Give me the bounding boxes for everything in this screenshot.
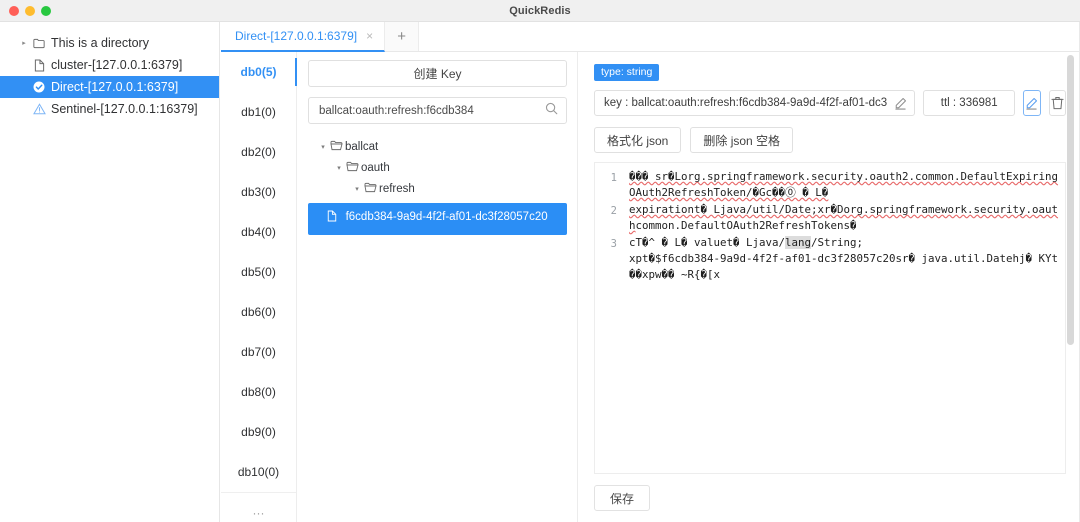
key-detail-pane: type: string key : ballcat:oauth:refresh… — [579, 52, 1080, 522]
key-search-box[interactable] — [308, 97, 567, 124]
db-item-8[interactable]: db8(0) — [221, 372, 296, 412]
close-icon[interactable]: × — [366, 30, 373, 42]
warning-triangle-icon — [30, 103, 48, 115]
ttl-value: ttl : 336981 — [941, 97, 998, 109]
code-line: 2 expirationt� Ljava/util/Date;xr�Dorg.s… — [595, 202, 1061, 234]
db-item-4[interactable]: db4(0) — [221, 212, 296, 252]
save-button[interactable]: 保存 — [594, 485, 650, 511]
quickredis-window: QuickRedis ▸ This is a directory cluster… — [0, 0, 1080, 522]
file-icon — [30, 59, 48, 72]
database-list[interactable]: db0(5) db1(0) db2(0) db3(0) db4(0) db5(0… — [221, 52, 297, 522]
edit-key-button[interactable] — [887, 90, 914, 116]
status-badge: type: string — [594, 64, 659, 81]
tree-node-ballcat[interactable]: ▾ ballcat — [308, 136, 567, 157]
connection-item-direct[interactable]: Direct-[127.0.0.1:6379] — [0, 76, 219, 98]
create-key-button[interactable]: 创建 Key — [308, 60, 567, 87]
code-line: 3 cT�^ � L� valuet� Ljava/lang/String; x… — [595, 235, 1061, 283]
tree-node-label: refresh — [379, 183, 415, 195]
db-item-5[interactable]: db5(0) — [221, 252, 296, 292]
db-list-more[interactable]: ··· — [221, 492, 296, 522]
connection-item-cluster[interactable]: cluster-[127.0.0.1:6379] — [0, 54, 219, 76]
db-item-0[interactable]: db0(5) — [221, 52, 296, 92]
db-item-9[interactable]: db9(0) — [221, 412, 296, 452]
db-item-10[interactable]: db10(0) — [221, 452, 296, 492]
folder-icon — [30, 38, 48, 49]
key-tree-pane: 创建 Key ▾ ballcat ▾ oauth — [298, 52, 578, 522]
db-item-1[interactable]: db1(0) — [221, 92, 296, 132]
json-tool-row: 格式化 json 删除 json 空格 — [594, 127, 1066, 153]
db-active-marker — [295, 58, 297, 86]
db-item-2[interactable]: db2(0) — [221, 132, 296, 172]
code-segment: ��� sr�Lorg.springframework.security.oau… — [629, 170, 1058, 199]
check-circle-icon — [30, 81, 48, 93]
key-search-input[interactable] — [319, 105, 545, 117]
key-name-field[interactable]: key : ballcat:oauth:refresh:f6cdb384-9a9… — [594, 90, 915, 116]
trim-json-button[interactable]: 删除 json 空格 — [690, 127, 793, 153]
chevron-down-icon[interactable]: ▾ — [332, 164, 346, 172]
connection-sidebar: ▸ This is a directory cluster-[127.0.0.1… — [0, 22, 220, 522]
line-number: 3 — [595, 235, 629, 252]
folder-open-icon — [330, 140, 345, 154]
connection-label: Sentinel-[127.0.0.1:16379] — [48, 102, 198, 116]
tree-node-label: ballcat — [345, 141, 378, 153]
code-segment: cT�^ � L� valuet� Ljava/ — [629, 236, 785, 249]
value-editor[interactable]: 1 ��� sr�Lorg.springframework.security.o… — [594, 162, 1066, 474]
connection-label: cluster-[127.0.0.1:6379] — [48, 58, 182, 72]
window-title: QuickRedis — [0, 5, 1080, 17]
tab-direct-connection[interactable]: Direct-[127.0.0.1:6379] × — [221, 22, 385, 52]
chevron-down-icon[interactable]: ▾ — [350, 185, 364, 193]
vertical-scrollbar[interactable] — [1067, 55, 1074, 345]
line-number: 2 — [595, 202, 629, 219]
tree-leaf-label: f6cdb384-9a9d-4f2f-af01-dc3f28057c20 — [346, 211, 548, 223]
save-row: 保存 — [594, 485, 1066, 511]
window-titlebar: QuickRedis — [0, 0, 1080, 22]
connection-item-sentinel[interactable]: Sentinel-[127.0.0.1:16379] — [0, 98, 219, 120]
tree-leaf-selected-key[interactable]: f6cdb384-9a9d-4f2f-af01-dc3f28057c20 — [308, 203, 567, 235]
tab-strip: Direct-[127.0.0.1:6379] × + — [221, 22, 1080, 52]
line-number: 1 — [595, 169, 629, 186]
tree-node-oauth[interactable]: ▾ oauth — [308, 157, 567, 178]
chevron-right-icon[interactable]: ▸ — [18, 40, 30, 47]
chevron-down-icon[interactable]: ▾ — [316, 143, 330, 151]
code-segment: common.DefaultOAuth2RefreshTokens� — [636, 219, 857, 232]
file-icon — [327, 213, 340, 225]
format-json-button[interactable]: 格式化 json — [594, 127, 681, 153]
tab-label: Direct-[127.0.0.1:6379] — [235, 29, 357, 43]
db-item-7[interactable]: db7(0) — [221, 332, 296, 372]
search-icon[interactable] — [545, 102, 558, 120]
delete-key-button[interactable] — [1049, 90, 1066, 116]
folder-open-icon — [346, 161, 361, 175]
connection-item-directory[interactable]: ▸ This is a directory — [0, 32, 219, 54]
key-meta-row: key : ballcat:oauth:refresh:f6cdb384-9a9… — [594, 90, 1066, 116]
code-segment-selected: lang — [785, 236, 811, 249]
folder-open-icon — [364, 182, 379, 196]
connection-label: Direct-[127.0.0.1:6379] — [48, 80, 178, 94]
tree-node-label: oauth — [361, 162, 390, 174]
db-item-6[interactable]: db6(0) — [221, 292, 296, 332]
db-item-3[interactable]: db3(0) — [221, 172, 296, 212]
ttl-field[interactable]: ttl : 336981 — [923, 90, 1015, 116]
add-tab-button[interactable]: + — [385, 22, 419, 51]
connection-label: This is a directory — [48, 36, 149, 50]
key-name-value: key : ballcat:oauth:refresh:f6cdb384-9a9… — [595, 97, 887, 109]
edit-ttl-button[interactable] — [1023, 90, 1040, 116]
tree-node-refresh[interactable]: ▾ refresh — [308, 178, 567, 199]
code-line: 1 ��� sr�Lorg.springframework.security.o… — [595, 169, 1061, 201]
key-tree: ▾ ballcat ▾ oauth ▾ refresh — [308, 136, 567, 235]
